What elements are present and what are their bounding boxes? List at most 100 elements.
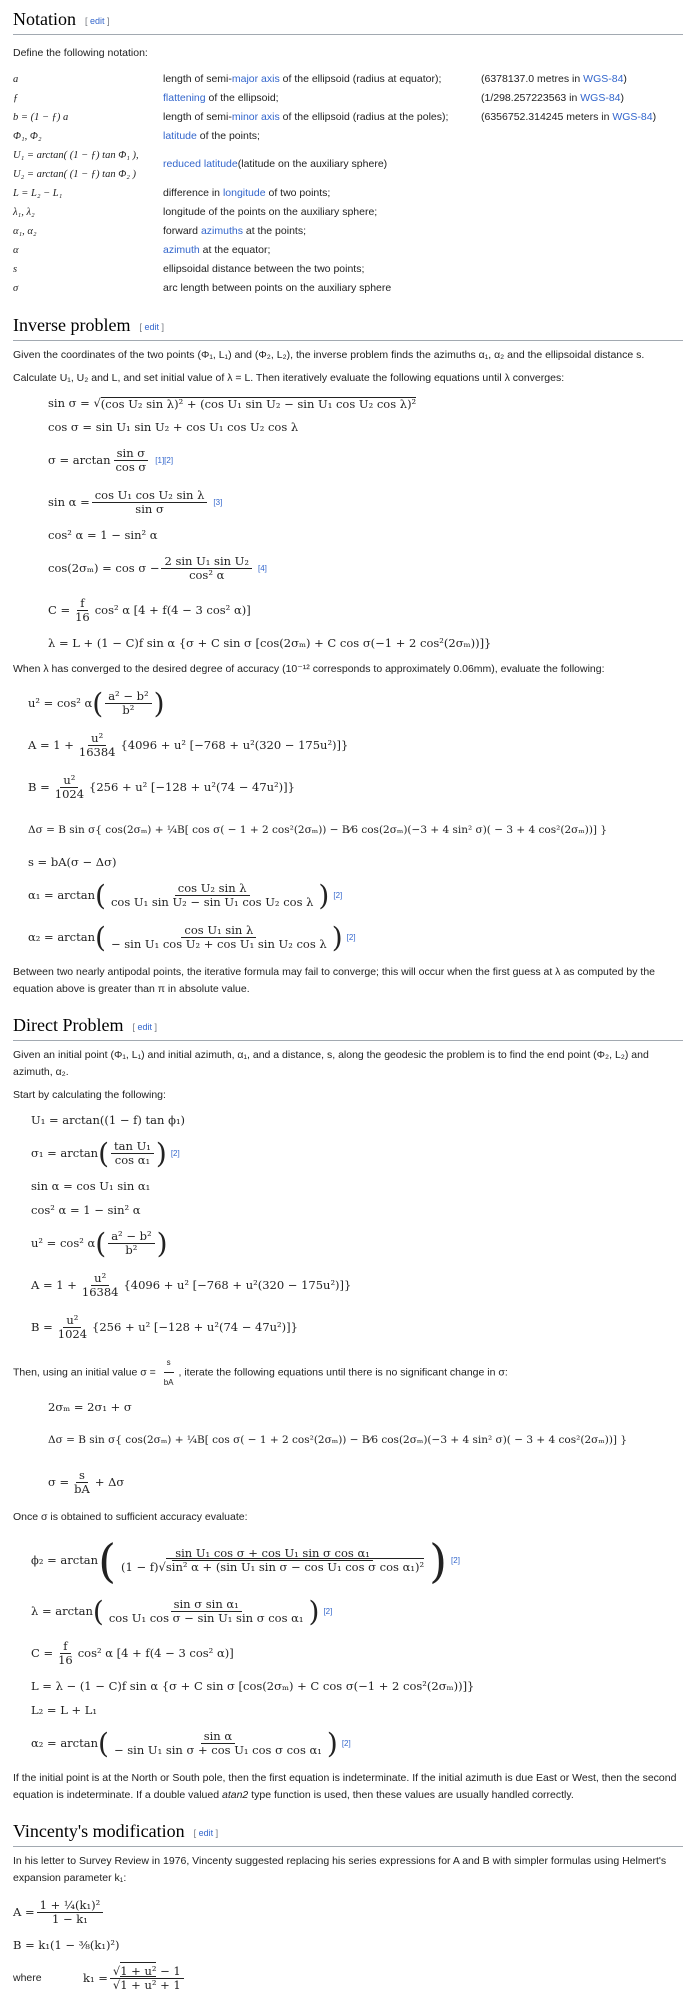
notation-value [481,241,683,260]
notation-description: length of semi-minor axis of the ellipso… [163,110,449,123]
eq-C: C = f 16 cos² α [4 + f(4 − 3 cos² α)] [48,595,251,625]
notation-value [481,127,683,146]
inverse-equations: sin σ = √ (cos U₂ sin λ)² + (cos U₁ sin U… [48,393,683,655]
eq-u2: u² = cos² α (a² − b² b²) [28,686,165,720]
direct-iterate-text: Then, using an initial value σ = s bA, it… [13,1354,683,1391]
notation-symbol: Φ₁, Φ₂ [13,130,42,142]
wgs84-link[interactable]: WGS-84 [583,73,623,85]
eq-phi2: ϕ₂ = arctan (sin U₁ cos σ + cos U₁ sin σ… [31,1533,460,1588]
notation-description: longitude of the points on the auxiliary… [163,205,378,218]
notation-value: (6356752.314245 meters in WGS-84) [481,110,657,123]
inverse-result-equations: u² = cos² α (a² − b² b²) A = 1 + u² 16384 … [28,684,683,958]
notation-description: reduced latitude (latitude on the auxili… [163,146,481,184]
eq-B-direct: B = u² 1024 {256 + u² [−128 + u²(74 − 47u… [31,1312,298,1342]
eq-sigma1: σ₁ = arctan (tan U₁ cos α₁) [2] [31,1136,180,1170]
notation-description: difference in longitude of two points; [163,186,331,199]
eq-sigma: σ = arctan sin σ cos σ [1][2] [48,445,174,475]
edit-link-notation[interactable]: edit [90,16,105,26]
notation-symbol: a [13,73,19,85]
notation-description: latitude of the points; [163,129,260,142]
reference-link[interactable]: [4] [258,564,267,573]
eq-sin-sigma: sin σ = √ (cos U₂ sin λ)² + (cos U₁ sin U… [48,396,417,411]
eq-s: s = bA(σ − Δσ) [28,855,117,869]
notation-intro: Define the following notation: [13,46,148,59]
eq-A: A = 1 + u² 16384 {4096 + u² [−768 + u²(32… [28,730,349,760]
article-content: Notation[ edit ] Define the following no… [0,8,696,1999]
notation-symbol: λ₁, λ₂ [13,206,35,218]
reference-link[interactable]: [2] [333,891,342,900]
reference-link[interactable]: [2] [323,1607,332,1616]
notation-term-link[interactable]: flattening [163,92,206,104]
notation-term-link[interactable]: latitude [163,130,197,142]
notation-value [481,222,683,241]
notation-symbol: σ [13,282,19,294]
notation-description: arc length between points on the auxilia… [163,281,392,294]
notation-value: (1/298.257223563 in WGS-84) [481,91,625,104]
reference-link[interactable]: [2] [451,1556,460,1565]
reference-link[interactable]: [3] [213,498,222,507]
direct-intro: Given an initial point (Φ₁, L₁) and init… [13,1048,649,1078]
eq-alpha2: α₂ = arctan (cos U₁ sin λ − sin U₁ cos U₂… [28,920,356,954]
reference-link[interactable]: [2] [342,1739,351,1748]
antipodal-note: Between two nearly antipodal points, the… [13,965,655,995]
notation-description: flattening of the ellipsoid; [163,91,279,104]
eq-alpha2-direct: α₂ = arctan (sin α − sin U₁ sin σ + cos U… [31,1726,351,1760]
eq-lambda-direct: λ = arctan (sin σ sin α₁ cos U₁ cos σ − s… [31,1594,333,1628]
notation-value [481,203,683,222]
notation-description: ellipsoidal distance between the two poi… [163,262,365,275]
eq-2sigma-m: 2σₘ = 2σ₁ + σ [48,1399,132,1414]
notation-value [481,279,683,298]
direct-start-text: Start by calculating the following: [13,1088,166,1101]
eq-delta-sigma-direct: Δσ = B sin σ{ cos(2σₘ) + ¼B[ cos σ( − 1 … [48,1434,628,1447]
eq-A-vincenty: A = 1 + ¼(k₁)² 1 − k₁ [13,1893,683,1933]
notation-symbol: U₁ = arctan( (1 − ƒ) tan Φ₁ ), U₂ = arct… [13,149,139,180]
notation-description: forward azimuths at the points; [163,224,306,237]
notation-description: azimuth at the equator; [163,243,271,256]
notation-symbol: α₁, α₂ [13,225,37,237]
eq-L-direct: L = λ − (1 − C)f sin α {σ + C sin σ [cos… [31,1678,475,1693]
eq-delta-sigma: Δσ = B sin σ{ cos(2σₘ) + ¼B[ cos σ( − 1 … [28,823,608,836]
notation-term-link[interactable]: minor axis [232,111,280,123]
eq-lambda: λ = L + (1 − C)f sin α {σ + C sin σ [cos… [48,636,492,650]
eq-C-direct: C = f 16 cos² α [4 + f(4 − 3 cos² α)] [31,1638,234,1668]
notation-value [481,184,683,203]
eq-L2: L₂ = L + L₁ [31,1702,98,1717]
direct-equations: U₁ = arctan((1 − f) tan ϕ₁) σ₁ = arctan … [31,1110,683,1348]
eq-cos-2sigma-m: cos(2σₘ) = cos σ − 2 sin U₁ sin U₂ cos² α… [48,553,267,583]
vincenty-equations: A = 1 + ¼(k₁)² 1 − k₁ B = k₁(1 − ⅜(k₁)²) … [13,1893,683,1999]
notation-term-link[interactable]: azimuth [163,244,200,256]
inverse-converged-text: When λ has converged to the desired degr… [13,662,605,675]
reference-link[interactable]: [2] [171,1149,180,1158]
notation-value: (6378137.0 metres in WGS-84) [481,72,627,85]
direct-iterate-equations: 2σₘ = 2σ₁ + σ Δσ = B sin σ{ cos(2σₘ) + ¼… [48,1397,683,1503]
section-heading-inverse: Inverse problem[ edit ] [13,314,683,341]
edit-link-inverse[interactable]: edit [144,322,159,332]
edit-link-direct[interactable]: edit [138,1022,153,1032]
eq-sin-alpha-direct: sin α = cos U₁ sin α₁ [31,1178,151,1193]
eq-cos2-alpha-direct: cos² α = 1 − sin² α [31,1202,141,1217]
direct-accuracy-text: Once σ is obtained to sufficient accurac… [13,1510,248,1523]
edit-link-vincenty[interactable]: edit [199,1828,214,1838]
direct-result-equations: ϕ₂ = arctan (sin U₁ cos σ + cos U₁ sin σ… [31,1532,683,1764]
notation-value [481,146,683,184]
notation-term-link[interactable]: major axis [232,73,280,85]
eq-k1: where k₁ = √1 + u² − 1 √1 + u² + 1 [13,1959,683,1999]
reference-link[interactable]: [2] [347,933,356,942]
notation-table: a length of semi-major axis of the ellips… [13,70,683,298]
eq-B: B = u² 1024 {256 + u² [−128 + u²(74 − 47u… [28,772,295,802]
section-heading-vincenty: Vincenty's modification[ edit ] [13,1820,683,1847]
notation-term-link[interactable]: reduced latitude [163,155,238,174]
notation-term-link[interactable]: longitude [223,187,266,199]
section-heading-notation: Notation[ edit ] [13,8,683,35]
reference-link[interactable]: [1][2] [155,456,173,465]
wgs84-link[interactable]: WGS-84 [612,111,652,123]
vincenty-intro: In his letter to Survey Review in 1976, … [13,1854,667,1884]
wgs84-link[interactable]: WGS-84 [580,92,620,104]
eq-U1: U₁ = arctan((1 − f) tan ϕ₁) [31,1112,186,1127]
eq-cos2-alpha: cos² α = 1 − sin² α [48,528,158,542]
section-heading-direct: Direct Problem[ edit ] [13,1014,683,1041]
notation-symbol: L = L₂ − L₁ [13,187,63,199]
notation-term-link[interactable]: azimuths [201,225,243,237]
notation-symbol: α [13,244,19,256]
notation-value [481,260,683,279]
